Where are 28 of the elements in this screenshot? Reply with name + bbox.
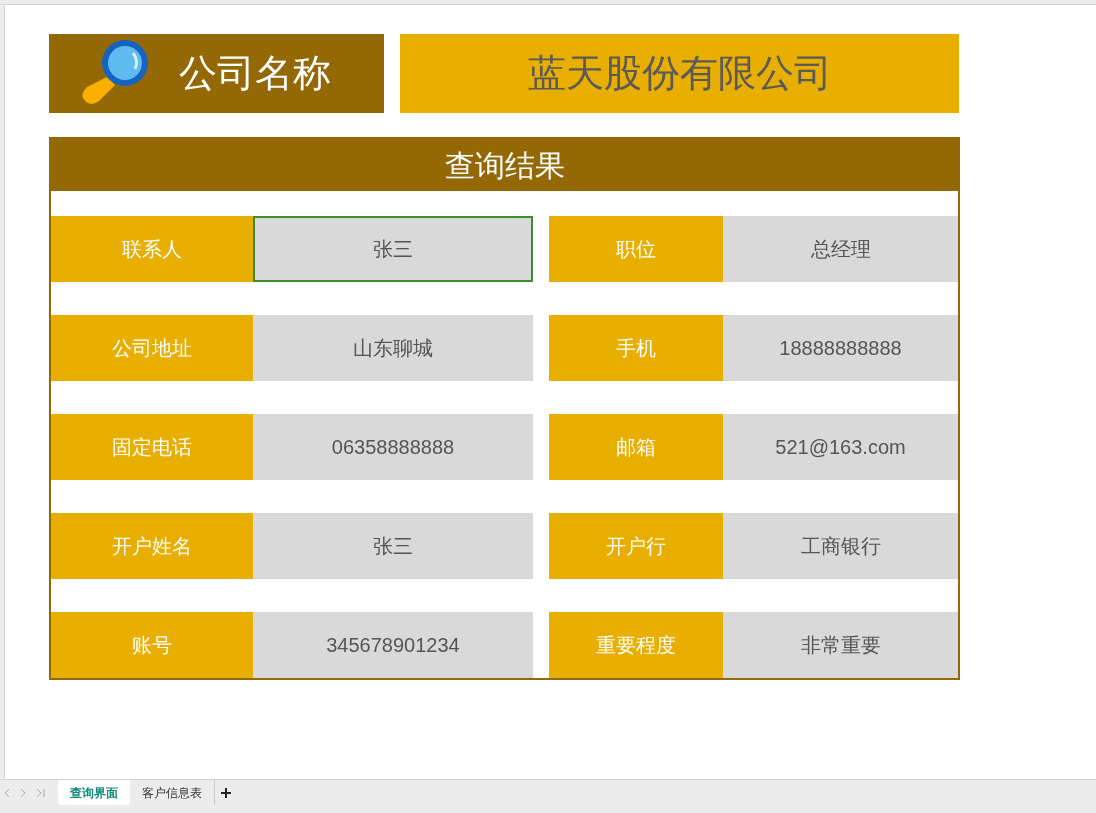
field-label: 固定电话 bbox=[51, 414, 253, 480]
field-value[interactable]: 06358888888 bbox=[253, 414, 533, 480]
banner-label: 公司名称 bbox=[179, 51, 331, 96]
add-sheet-icon[interactable] bbox=[221, 787, 231, 798]
sheet-tab[interactable]: 查询界面 bbox=[58, 780, 130, 805]
field-value[interactable]: 张三 bbox=[253, 216, 533, 282]
field-label: 账号 bbox=[51, 612, 253, 678]
company-name: 蓝天股份有限公司 bbox=[400, 34, 959, 113]
field-label: 公司地址 bbox=[51, 315, 253, 381]
chevron-left-icon[interactable] bbox=[4, 787, 10, 798]
field-label: 邮箱 bbox=[549, 414, 723, 480]
field-label: 手机 bbox=[549, 315, 723, 381]
skip-last-icon[interactable] bbox=[36, 787, 46, 798]
chevron-right-icon[interactable] bbox=[20, 787, 26, 798]
field-value[interactable]: 345678901234 bbox=[253, 612, 533, 678]
field-value[interactable]: 张三 bbox=[253, 513, 533, 579]
field-label: 重要程度 bbox=[549, 612, 723, 678]
field-label: 开户行 bbox=[549, 513, 723, 579]
field-value[interactable]: 18888888888 bbox=[723, 315, 958, 381]
panel-title: 查询结果 bbox=[51, 139, 958, 191]
field-label: 联系人 bbox=[51, 216, 253, 282]
field-value[interactable]: 521@163.com bbox=[723, 414, 958, 480]
field-label: 开户姓名 bbox=[51, 513, 253, 579]
field-value[interactable]: 山东聊城 bbox=[253, 315, 533, 381]
field-label: 职位 bbox=[549, 216, 723, 282]
field-value[interactable]: 非常重要 bbox=[723, 612, 958, 678]
field-value[interactable]: 总经理 bbox=[723, 216, 958, 282]
field-value[interactable]: 工商银行 bbox=[723, 513, 958, 579]
